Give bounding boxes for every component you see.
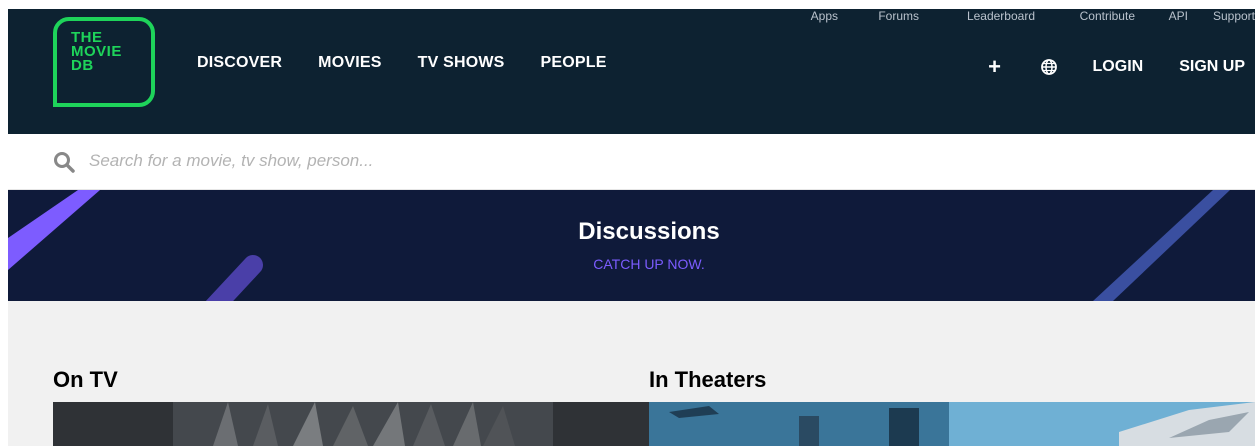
section-title-on-tv: On TV — [53, 367, 118, 392]
discussions-banner[interactable]: Discussions CATCH UP NOW. — [8, 190, 1255, 301]
login-link[interactable]: LOGIN — [1093, 58, 1144, 76]
nav-tv-shows[interactable]: TV SHOWS — [418, 54, 505, 72]
logo-text: THE MOVIE DB — [71, 30, 122, 74]
secondary-nav: Apps Forums Leaderboard Contribute API S… — [784, 9, 1255, 23]
sub-nav-leaderboard[interactable]: Leaderboard — [919, 9, 1035, 23]
banner-title: Discussions — [578, 218, 720, 245]
sub-nav-contribute[interactable]: Contribute — [1035, 9, 1135, 23]
banner-subtitle[interactable]: CATCH UP NOW. — [8, 256, 1255, 272]
sub-nav-support[interactable]: Support — [1188, 9, 1255, 23]
plus-icon[interactable]: + — [985, 54, 1005, 80]
nav-discover[interactable]: DISCOVER — [197, 54, 282, 72]
search-bar[interactable]: Search for a movie, tv show, person... — [8, 134, 1255, 190]
sub-nav-forums[interactable]: Forums — [838, 9, 919, 23]
tmdb-logo[interactable]: THE MOVIE DB — [53, 17, 155, 107]
globe-icon[interactable] — [1040, 59, 1057, 75]
nav-movies[interactable]: MOVIES — [318, 54, 381, 72]
in-theaters-feature-image[interactable] — [649, 402, 1255, 446]
search-input-placeholder[interactable]: Search for a movie, tv show, person... — [89, 151, 373, 171]
signup-link[interactable]: SIGN UP — [1179, 58, 1245, 76]
sub-nav-apps[interactable]: Apps — [784, 9, 838, 23]
main-content: On TV In Theaters — [8, 301, 1255, 446]
search-icon — [54, 152, 75, 173]
account-nav: + LOGIN SIGN UP — [985, 54, 1245, 80]
on-tv-feature-image[interactable] — [53, 402, 649, 446]
logo-line-3: DB — [71, 57, 94, 74]
nav-people[interactable]: PEOPLE — [541, 54, 607, 72]
main-nav: DISCOVER MOVIES TV SHOWS PEOPLE — [197, 54, 607, 72]
section-title-in-theaters: In Theaters — [649, 367, 767, 392]
sub-nav-api[interactable]: API — [1135, 9, 1188, 23]
top-navigation-bar: THE MOVIE DB DISCOVER MOVIES TV SHOWS PE… — [8, 9, 1255, 134]
